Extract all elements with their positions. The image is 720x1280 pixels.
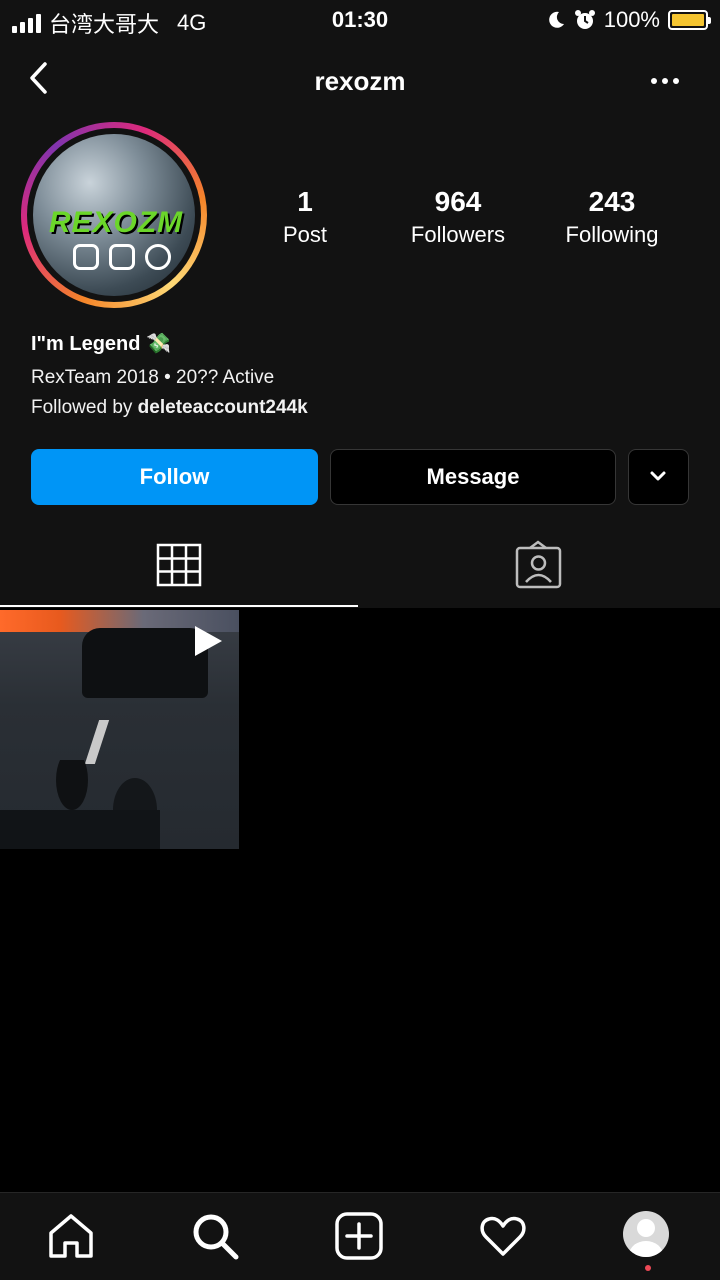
nav-profile[interactable] <box>623 1211 673 1261</box>
grid-icon <box>156 543 202 587</box>
home-icon <box>49 1214 93 1258</box>
battery-fill <box>672 14 704 26</box>
suggested-dropdown-button[interactable] <box>628 449 689 505</box>
add-post-icon <box>335 1212 383 1260</box>
status-bar: 台湾大哥大 4G 01:30 100% <box>0 0 720 40</box>
bio-name: I"m Legend 💸 <box>31 333 171 355</box>
whatsapp-icon <box>145 244 171 270</box>
avatar-ring-gap: REXOZM <box>27 128 201 302</box>
stat-following-count: 243 <box>588 186 636 217</box>
stat-posts-label: Post <box>282 222 328 247</box>
avatar[interactable]: REXOZM <box>21 122 207 308</box>
status-right: 100% <box>546 7 711 33</box>
post-image-feet <box>0 760 160 849</box>
follow-button[interactable]: Follow <box>31 449 318 505</box>
stat-posts-count: 1 <box>297 186 313 217</box>
tagged-person-icon <box>515 540 562 589</box>
stat-followers-count: 964 <box>434 186 482 217</box>
stat-following-label: Following <box>565 222 659 247</box>
notification-dot <box>645 1265 651 1271</box>
avatar-logo-text: REXOZM <box>48 206 184 239</box>
page-title: rexozm <box>314 66 406 96</box>
stat-following[interactable]: 243 Following <box>532 186 692 248</box>
followed-by[interactable]: Followed by deleteaccount244k <box>31 397 308 419</box>
play-icon <box>195 626 222 656</box>
alarm-icon <box>574 10 595 29</box>
nav-home[interactable] <box>46 1211 96 1261</box>
instagram-icon <box>109 244 135 270</box>
followed-by-prefix: Followed by <box>31 397 133 418</box>
nav-search[interactable] <box>190 1211 240 1261</box>
tab-grid[interactable] <box>0 526 358 608</box>
tab-tagged[interactable] <box>360 526 718 608</box>
ellipsis-icon[interactable] <box>650 66 680 96</box>
stat-posts[interactable]: 1 Post <box>225 186 385 248</box>
stat-followers-label: Followers <box>410 222 506 247</box>
avatar-image: REXOZM <box>33 134 195 296</box>
nav-add[interactable] <box>334 1211 384 1261</box>
moon-icon <box>548 11 564 28</box>
tab-indicator <box>0 605 358 607</box>
battery-icon <box>668 10 711 30</box>
nav-activity[interactable] <box>478 1211 528 1261</box>
facebook-icon <box>73 244 99 270</box>
heart-icon <box>480 1216 526 1256</box>
stat-followers[interactable]: 964 Followers <box>378 186 538 248</box>
bottom-nav <box>0 1192 720 1280</box>
post-image-car <box>82 628 208 698</box>
message-button[interactable]: Message <box>330 449 616 505</box>
profile-nav-header: rexozm <box>0 50 720 110</box>
followed-by-user[interactable]: deleteaccount244k <box>138 397 308 418</box>
profile-avatar-icon <box>623 1211 669 1257</box>
search-icon <box>193 1214 239 1260</box>
bio-text: RexTeam 2018 • 20?? Active <box>31 367 275 388</box>
chevron-down-icon <box>650 471 666 481</box>
post-image-lane <box>84 720 110 764</box>
battery-percent: 100% <box>603 7 660 32</box>
avatar-social-icons <box>73 244 171 270</box>
